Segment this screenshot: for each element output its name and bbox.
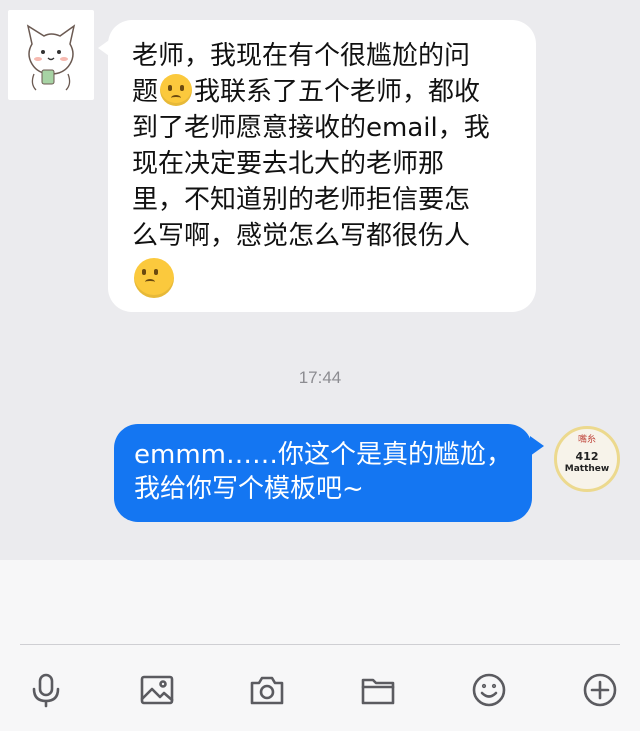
cat-avatar-icon (26, 24, 76, 91)
image-icon (140, 675, 174, 705)
camera-icon (250, 676, 284, 705)
avatar-number: 412 (575, 450, 599, 463)
emoji-button[interactable] (465, 666, 513, 714)
incoming-line: 里，不知道别的老师拒信要怎 (132, 185, 471, 215)
microphone-icon (32, 673, 60, 708)
incoming-line: 么写啊，感觉怎么写都很伤人 (132, 221, 471, 251)
input-toolbar (0, 666, 640, 714)
folder-button[interactable] (354, 666, 402, 714)
outgoing-line: 我给你写个模板吧~ (134, 474, 364, 504)
anxious-sweat-face-emoji-icon (134, 258, 174, 298)
camera-button[interactable] (243, 666, 291, 714)
message-timestamp: 17:44 (298, 368, 342, 387)
incoming-line (132, 254, 514, 302)
incoming-text: 我联系了五个老师，都收 (194, 77, 481, 107)
plus-button[interactable] (576, 666, 624, 714)
image-button[interactable] (133, 666, 181, 714)
user-avatar[interactable]: 嘴糸 412 Matthew (554, 426, 620, 492)
plus-icon (583, 673, 617, 707)
input-divider (20, 644, 620, 645)
worried-face-emoji-icon (160, 74, 193, 106)
chat-area: 老师，我现在有个很尴尬的问 题 我联系了五个老师，都收 到了老师愿意接收的emai… (0, 0, 640, 560)
outgoing-message-bubble[interactable]: emmm……你这个是真的尴尬， 我给你写个模板吧~ (114, 424, 544, 522)
avatar-top-text: 嘴糸 (577, 435, 596, 445)
avatar-name: Matthew (564, 464, 610, 474)
incoming-message-bubble[interactable]: 老师，我现在有个很尴尬的问 题 我联系了五个老师，都收 到了老师愿意接收的emai… (98, 20, 536, 312)
incoming-line: 现在决定要去北大的老师那 (132, 149, 445, 179)
incoming-line: 老师，我现在有个很尴尬的问 (132, 41, 471, 71)
incoming-text: 题 (132, 77, 159, 107)
emoji-icon (472, 673, 506, 707)
incoming-line: 题 我联系了五个老师，都收 (132, 74, 514, 110)
contact-avatar[interactable] (8, 10, 94, 100)
input-area (0, 560, 640, 731)
folder-icon (361, 678, 395, 705)
outgoing-line: emmm……你这个是真的尴尬， (134, 440, 512, 470)
incoming-line: 到了老师愿意接收的email，我 (132, 113, 490, 143)
microphone-button[interactable] (22, 666, 70, 714)
